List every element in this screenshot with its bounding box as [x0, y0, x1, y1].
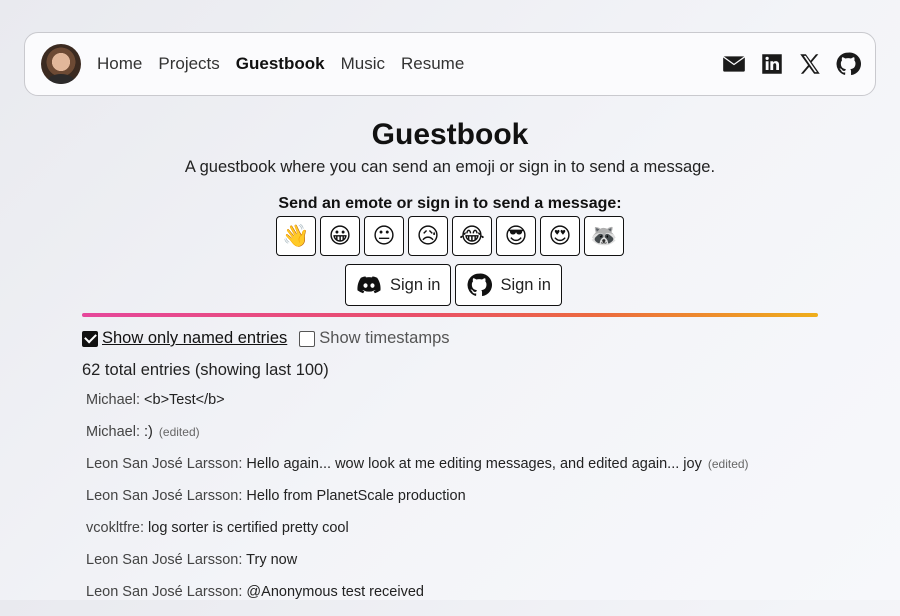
entry-message: <b>Test</b>: [144, 392, 225, 408]
avatar[interactable]: [41, 44, 81, 84]
emote-button-wave[interactable]: 👋: [276, 216, 316, 256]
emote-button-sad[interactable]: 😥: [408, 216, 448, 256]
nav-link-music[interactable]: Music: [341, 54, 385, 74]
list-item: Leon San José Larsson: @Anonymous test r…: [86, 584, 749, 616]
entry-author: Michael:: [86, 392, 140, 408]
entry-message: log sorter is certified pretty cool: [148, 520, 349, 536]
discord-signin-button[interactable]: Sign in: [345, 264, 452, 306]
edited-badge: (edited): [707, 457, 749, 471]
list-item: Michael: <b>Test</b>: [86, 392, 749, 424]
entry-message: @Anonymous test received: [246, 584, 424, 600]
github-signin-button[interactable]: Sign in: [455, 264, 562, 306]
emote-buttons: 👋 😀 😐 😥 😂 😎 😍 🦝: [276, 216, 628, 256]
linkedin-icon[interactable]: [759, 51, 785, 77]
emote-button-raccoon[interactable]: 🦝: [584, 216, 624, 256]
discord-signin-label: Sign in: [390, 275, 441, 294]
list-item: vcokltfre: log sorter is certified prett…: [86, 520, 749, 552]
timestamps-checkbox[interactable]: [299, 330, 316, 347]
emote-button-heart-eyes[interactable]: 😍: [540, 216, 580, 256]
entry-count: 62 total entries (showing last 100): [82, 361, 329, 379]
github-icon[interactable]: [835, 51, 861, 77]
entry-author: Michael:: [86, 424, 140, 440]
page-subtitle: A guestbook where you can send an emoji …: [184, 158, 716, 176]
timestamps-label[interactable]: Show timestamps: [319, 329, 449, 348]
nav-link-projects[interactable]: Projects: [158, 54, 219, 74]
guestbook-entries: Michael: <b>Test</b> Michael: :) (edited…: [86, 392, 749, 616]
emote-button-joy[interactable]: 😂: [452, 216, 492, 256]
edited-badge: (edited): [158, 425, 200, 439]
discord-icon: [357, 276, 381, 294]
entry-author: Leon San José Larsson:: [86, 488, 243, 504]
entry-message: Hello from PlanetScale production: [246, 488, 466, 504]
entry-author: Leon San José Larsson:: [86, 584, 243, 600]
list-item: Leon San José Larsson: Hello again... wo…: [86, 456, 749, 488]
nav-link-home[interactable]: Home: [97, 54, 142, 74]
named-entries-label[interactable]: Show only named entries: [102, 329, 287, 348]
github-icon: [467, 273, 493, 297]
github-signin-label: Sign in: [500, 275, 551, 294]
x-icon[interactable]: [797, 51, 823, 77]
gradient-divider: [82, 313, 818, 317]
entry-message: Hello again... wow look at me editing me…: [246, 456, 702, 472]
entry-author: Leon San José Larsson:: [86, 456, 243, 472]
social-links: [709, 51, 861, 77]
emote-button-neutral[interactable]: 😐: [364, 216, 404, 256]
nav-links: Home Projects Guestbook Music Resume: [97, 54, 480, 74]
emote-button-grin[interactable]: 😀: [320, 216, 360, 256]
entry-filters: Show only named entries Show timestamps: [82, 329, 462, 348]
mail-icon[interactable]: [721, 51, 747, 77]
signin-buttons: Sign in Sign in: [345, 264, 566, 306]
emote-heading: Send an emote or sign in to send a messa…: [278, 195, 622, 212]
page-title: Guestbook: [371, 118, 529, 151]
list-item: Leon San José Larsson: Try now: [86, 552, 749, 584]
nav-link-guestbook[interactable]: Guestbook: [236, 54, 325, 74]
entry-author: vcokltfre:: [86, 520, 145, 536]
nav-link-resume[interactable]: Resume: [401, 54, 464, 74]
list-item: Leon San José Larsson: Hello from Planet…: [86, 488, 749, 520]
entry-message: :): [144, 424, 153, 440]
list-item: Michael: :) (edited): [86, 424, 749, 456]
entry-author: Leon San José Larsson:: [86, 552, 243, 568]
emote-button-cool[interactable]: 😎: [496, 216, 536, 256]
named-entries-checkbox[interactable]: [82, 330, 98, 347]
entry-message: Try now: [246, 552, 298, 568]
top-navbar: Home Projects Guestbook Music Resume: [24, 32, 876, 96]
